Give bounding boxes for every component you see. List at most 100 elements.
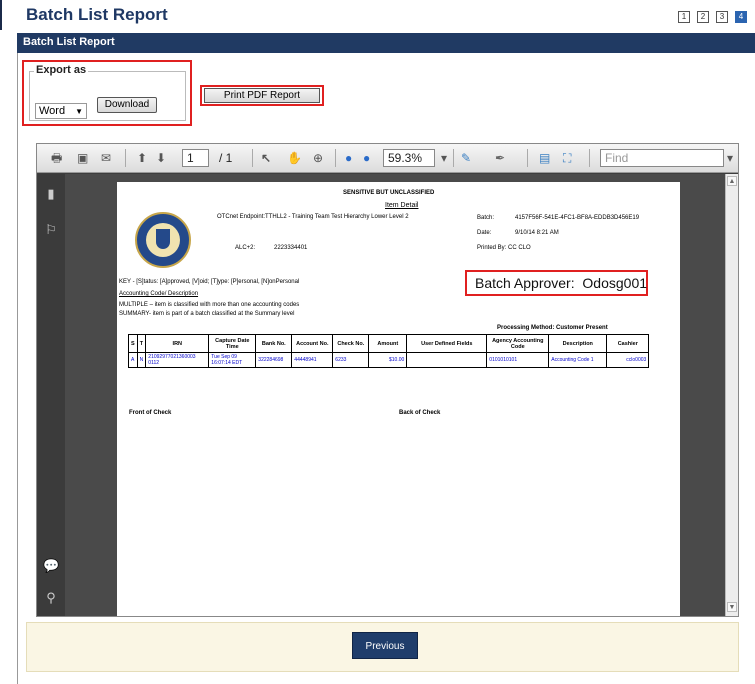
comment-tool-icon[interactable]: ✎ (461, 151, 471, 165)
batch-value: 4157F56F-541E-4FC1-BF8A-EDDB3D456E19 (515, 215, 640, 221)
next-page-icon[interactable]: ⬇ (156, 151, 166, 165)
sign-tool-icon[interactable]: ✒ (495, 151, 505, 165)
marquee-zoom-icon[interactable]: ⊕ (313, 151, 323, 165)
download-button[interactable]: Download (97, 97, 157, 113)
column-header: Bank No. (255, 334, 293, 353)
previous-button[interactable]: Previous (352, 632, 418, 659)
vertical-scrollbar[interactable]: ▲ ▼ (725, 174, 738, 616)
classification: SENSITIVE BUT UNCLASSIFIED (343, 190, 435, 196)
table-cell (406, 352, 488, 368)
endpoint: OTCnet Endpoint:TTHLL2 - Training Team T… (217, 214, 409, 220)
column-header: Agency Accounting Code (486, 334, 550, 353)
column-header: IRN (145, 334, 210, 353)
step-1[interactable]: 1 (678, 11, 690, 23)
find-input[interactable]: Find (600, 149, 724, 167)
document-area: SENSITIVE BUT UNCLASSIFIED Item Detail O… (65, 174, 725, 616)
column-header: Description (548, 334, 608, 353)
step-3[interactable]: 3 (716, 11, 728, 23)
email-icon[interactable]: ✉ (101, 151, 111, 165)
toolbar-divider (589, 149, 590, 167)
alc-value: 2223334401 (274, 245, 308, 251)
key-line: KEY - [S]tatus: [A]pproved, [V]oid; [T]y… (119, 279, 300, 285)
treasury-seal (135, 212, 191, 268)
column-header: Amount (368, 334, 408, 353)
column-header: S (128, 334, 138, 353)
print-icon[interactable]: 🖶 (51, 151, 62, 165)
zoom-input[interactable]: 59.3% (383, 149, 435, 167)
toolbar-divider (252, 149, 253, 167)
table-row: A N 21092977021360003 0112 Tue Sep 09 16… (128, 352, 650, 368)
toolbar-divider (527, 149, 528, 167)
export-legend: Export as (34, 64, 89, 76)
table-cell: 44448941 (291, 352, 334, 368)
pages-icon[interactable]: ▮ (43, 186, 59, 202)
print-pdf-button[interactable]: Print PDF Report (204, 88, 320, 103)
column-header: Account No. (291, 334, 334, 353)
printed-by: Printed By: CC CLO (477, 245, 531, 251)
table-cell: N (136, 352, 147, 368)
chevron-down-icon: ▼ (75, 107, 83, 116)
fit-page-icon[interactable]: ⛶ (563, 151, 571, 165)
export-highlight: Word ▼ Download Export as (22, 60, 192, 126)
title-bar: Batch List Report 1 2 3 4 (0, 0, 755, 30)
table-cell: cclo0003 (606, 352, 650, 368)
export-fieldset: Word ▼ Download (29, 71, 186, 121)
table-cell: 6233 (332, 352, 370, 368)
column-header: Cashier (606, 334, 650, 353)
zoom-out-icon[interactable]: ● (345, 151, 352, 165)
table-header-row: S T IRN Capture Date Time Bank No. Accou… (128, 334, 650, 353)
print-highlight: Print PDF Report (200, 85, 324, 106)
attachments-icon[interactable]: ⚲ (43, 590, 59, 606)
find-dropdown-icon[interactable]: ▾ (727, 151, 733, 165)
table-cell: $10.00 (368, 352, 408, 368)
batch-approver-highlight: Batch Approver: Odosg001 (465, 270, 648, 296)
column-header: T (136, 334, 147, 353)
section-header: Batch List Report (17, 33, 755, 53)
table-cell: 0101010101 (486, 352, 550, 368)
multiple-line: MULTIPLE – item is classified with more … (119, 302, 300, 308)
select-tool-icon[interactable]: ↖ (261, 151, 271, 165)
column-header: Check No. (332, 334, 370, 353)
column-header: User Defined Fields (406, 334, 488, 353)
page-total: / 1 (219, 151, 233, 165)
processing-method: Processing Method: Customer Present (497, 325, 608, 331)
approver-label: Batch Approver: (475, 275, 575, 291)
report-page: SENSITIVE BUT UNCLASSIFIED Item Detail O… (117, 182, 680, 616)
alc-label: ALC+2: (235, 245, 256, 251)
approver-value: Odosg001 (582, 275, 648, 291)
export-format-select[interactable]: Word ▼ (35, 103, 87, 119)
step-2[interactable]: 2 (697, 11, 709, 23)
prev-page-icon[interactable]: ⬆ (137, 151, 147, 165)
front-of-check: Front of Check (129, 410, 172, 416)
back-of-check: Back of Check (399, 410, 441, 416)
toolbar-divider (453, 149, 454, 167)
date-value: 9/10/14 8:21 AM (515, 230, 559, 236)
date-label: Date: (477, 230, 492, 236)
step-4[interactable]: 4 (735, 11, 747, 23)
summary-line: SUMMARY- item is part of a batch classif… (119, 311, 295, 317)
bookmarks-icon[interactable]: ⚐ (43, 222, 59, 238)
hand-tool-icon[interactable]: ✋ (287, 151, 302, 165)
column-header: Capture Date Time (208, 334, 257, 353)
table-cell: A (128, 352, 138, 368)
section-header-label: Batch List Report (23, 36, 115, 48)
navigation-rail: ▮ ⚐ 💬 ⚲ (37, 174, 65, 616)
zoom-in-icon[interactable]: ● (363, 151, 370, 165)
item-table: S T IRN Capture Date Time Bank No. Accou… (128, 334, 650, 368)
comments-icon[interactable]: 💬 (43, 558, 59, 574)
table-cell: 21092977021360003 0112 (145, 352, 210, 368)
accounting-heading: Accounting Code/ Description (119, 291, 199, 297)
batch-label: Batch: (477, 215, 495, 221)
zoom-dropdown-icon[interactable]: ▾ (441, 151, 447, 165)
table-cell: 322284698 (255, 352, 293, 368)
save-copy-icon[interactable]: ▤ (539, 151, 550, 165)
page-number-input[interactable]: 1 (182, 149, 209, 167)
table-cell: Tue Sep 09 16:07:14 EDT (208, 352, 257, 368)
toolbar-divider (125, 149, 126, 167)
table-cell: Accounting Code 1 (548, 352, 608, 368)
footer-bar: Previous (26, 622, 739, 672)
pdf-toolbar: 🖶 ▣ ✉ ⬆ ⬇ 1 / 1 ↖ ✋ ⊕ ● ● 59.3% ▾ ✎ ✒ ▤ … (37, 144, 738, 173)
scroll-down-icon[interactable]: ▼ (727, 602, 737, 612)
save-icon[interactable]: ▣ (77, 151, 88, 165)
scroll-up-icon[interactable]: ▲ (727, 176, 737, 186)
